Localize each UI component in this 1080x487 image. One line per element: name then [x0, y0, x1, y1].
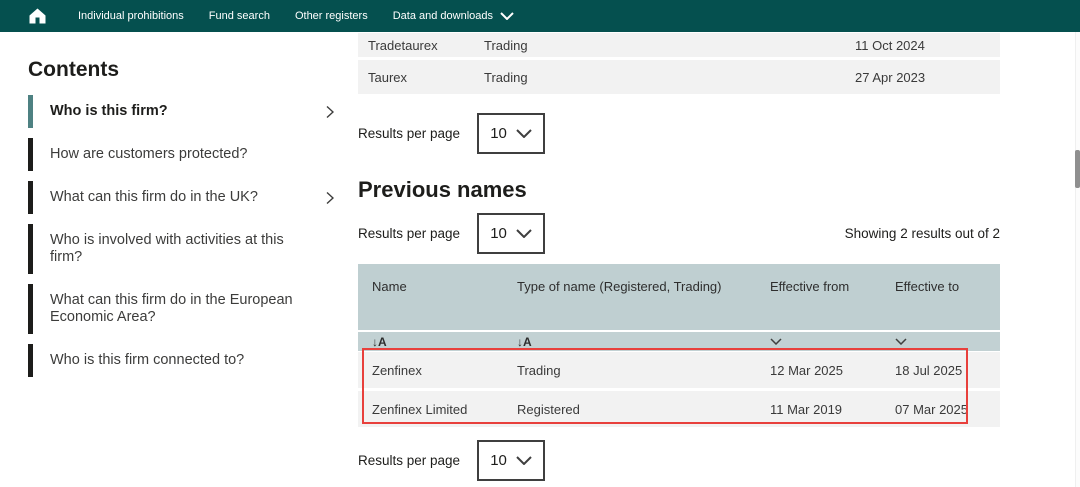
sidebar-item-label: Who is this firm connected to? [50, 352, 244, 368]
previous-names-toolbar: Results per page 10 Showing 2 results ou… [358, 213, 1000, 254]
cell-effective-to: 18 Jul 2025 [895, 363, 1000, 378]
sort-alpha-icon[interactable]: ↓A [517, 335, 770, 349]
cell-name: Zenfinex Limited [372, 402, 517, 417]
results-per-page-value: 10 [490, 452, 507, 469]
chevron-down-icon[interactable] [770, 338, 895, 345]
results-per-page-value: 10 [490, 125, 507, 142]
cell-effective-from: 27 Apr 2023 [855, 70, 1000, 85]
home-icon [27, 6, 48, 26]
column-header-name: Name [372, 279, 517, 294]
cell-name: Tradetaurex [368, 38, 484, 53]
sidebar-item-who-is-firm-connected-to[interactable]: Who is this firm connected to? [28, 344, 340, 377]
sidebar-item-label: What can this firm do in the UK? [50, 189, 258, 205]
results-per-page-select[interactable]: 10 [477, 213, 545, 254]
table-row[interactable]: Taurex Trading 27 Apr 2023 [358, 60, 1000, 94]
results-per-page-middle: Results per page 10 [358, 213, 545, 254]
cell-effective-to: 07 Mar 2025 [895, 402, 1000, 417]
top-nav-links: Individual prohibitions Fund search Othe… [78, 10, 539, 22]
sidebar-item-who-is-this-firm[interactable]: Who is this firm? [28, 95, 340, 128]
sidebar-item-label: Who is this firm? [50, 103, 168, 119]
nav-individual-prohibitions[interactable]: Individual prohibitions [78, 10, 184, 22]
sidebar-item-what-can-firm-do-uk[interactable]: What can this firm do in the UK? [28, 181, 340, 214]
sidebar-item-who-is-involved[interactable]: Who is involved with activities at this … [28, 224, 340, 274]
chevron-down-icon[interactable] [895, 338, 1000, 345]
sidebar-item-label: How are customers protected? [50, 146, 247, 162]
cell-effective-from: 11 Oct 2024 [855, 38, 1000, 53]
table-row[interactable]: Tradetaurex Trading 11 Oct 2024 [358, 33, 1000, 57]
top-nav-bar: Individual prohibitions Fund search Othe… [0, 0, 1080, 32]
results-count-text: Showing 2 results out of 2 [845, 226, 1000, 241]
sidebar-item-what-can-firm-do-eea[interactable]: What can this firm do in the European Ec… [28, 284, 340, 334]
nav-data-and-downloads[interactable]: Data and downloads [393, 10, 514, 22]
table-sort-filter-row: ↓A ↓A [358, 332, 1000, 351]
results-per-page-label: Results per page [358, 226, 460, 241]
cell-type: Trading [484, 70, 855, 85]
results-per-page-select[interactable]: 10 [477, 113, 545, 154]
scrollbar-track [1075, 32, 1080, 487]
cell-type: Trading [517, 363, 770, 378]
main-content: Tradetaurex Trading 11 Oct 2024 Taurex T… [358, 32, 1000, 481]
cell-name: Zenfinex [372, 363, 517, 378]
results-per-page-label: Results per page [358, 453, 460, 468]
sidebar-item-how-are-customers-protected[interactable]: How are customers protected? [28, 138, 340, 171]
cell-effective-from: 11 Mar 2019 [770, 402, 895, 417]
results-per-page-bottom: Results per page 10 [358, 440, 1000, 481]
column-header-effective-to: Effective to [895, 279, 1000, 294]
results-per-page-select[interactable]: 10 [477, 440, 545, 481]
cell-type: Registered [517, 402, 770, 417]
home-button[interactable] [27, 6, 48, 26]
column-header-type: Type of name (Registered, Trading) [517, 279, 770, 294]
table-header-row: Name Type of name (Registered, Trading) … [358, 264, 1000, 330]
sort-alpha-icon[interactable]: ↓A [372, 335, 517, 349]
chevron-down-icon [516, 129, 532, 138]
table-row[interactable]: Zenfinex Trading 12 Mar 2025 18 Jul 2025 [358, 352, 1000, 388]
results-per-page-top: Results per page 10 [358, 113, 1000, 154]
chevron-right-icon [326, 105, 334, 118]
sidebar-item-label: Who is involved with activities at this … [50, 232, 284, 265]
contents-title: Contents [28, 58, 340, 82]
column-header-effective-from: Effective from [770, 279, 895, 294]
chevron-down-icon [516, 456, 532, 465]
cell-name: Taurex [368, 70, 484, 85]
chevron-right-icon [326, 191, 334, 204]
results-per-page-value: 10 [490, 225, 507, 242]
trading-names-table: Tradetaurex Trading 11 Oct 2024 Taurex T… [358, 33, 1000, 94]
cell-type: Trading [484, 38, 855, 53]
cell-effective-from: 12 Mar 2025 [770, 363, 895, 378]
results-per-page-label: Results per page [358, 126, 460, 141]
previous-names-table: Name Type of name (Registered, Trading) … [358, 264, 1000, 427]
contents-sidebar: Contents Who is this firm? How are custo… [28, 58, 340, 387]
chevron-down-icon [500, 12, 514, 20]
previous-names-heading: Previous names [358, 178, 1000, 202]
nav-data-and-downloads-label: Data and downloads [393, 10, 493, 22]
table-row[interactable]: Zenfinex Limited Registered 11 Mar 2019 … [358, 391, 1000, 427]
nav-fund-search[interactable]: Fund search [209, 10, 270, 22]
sidebar-item-label: What can this firm do in the European Ec… [50, 292, 293, 325]
chevron-down-icon [516, 229, 532, 238]
scrollbar[interactable] [1075, 150, 1080, 188]
nav-other-registers[interactable]: Other registers [295, 10, 368, 22]
